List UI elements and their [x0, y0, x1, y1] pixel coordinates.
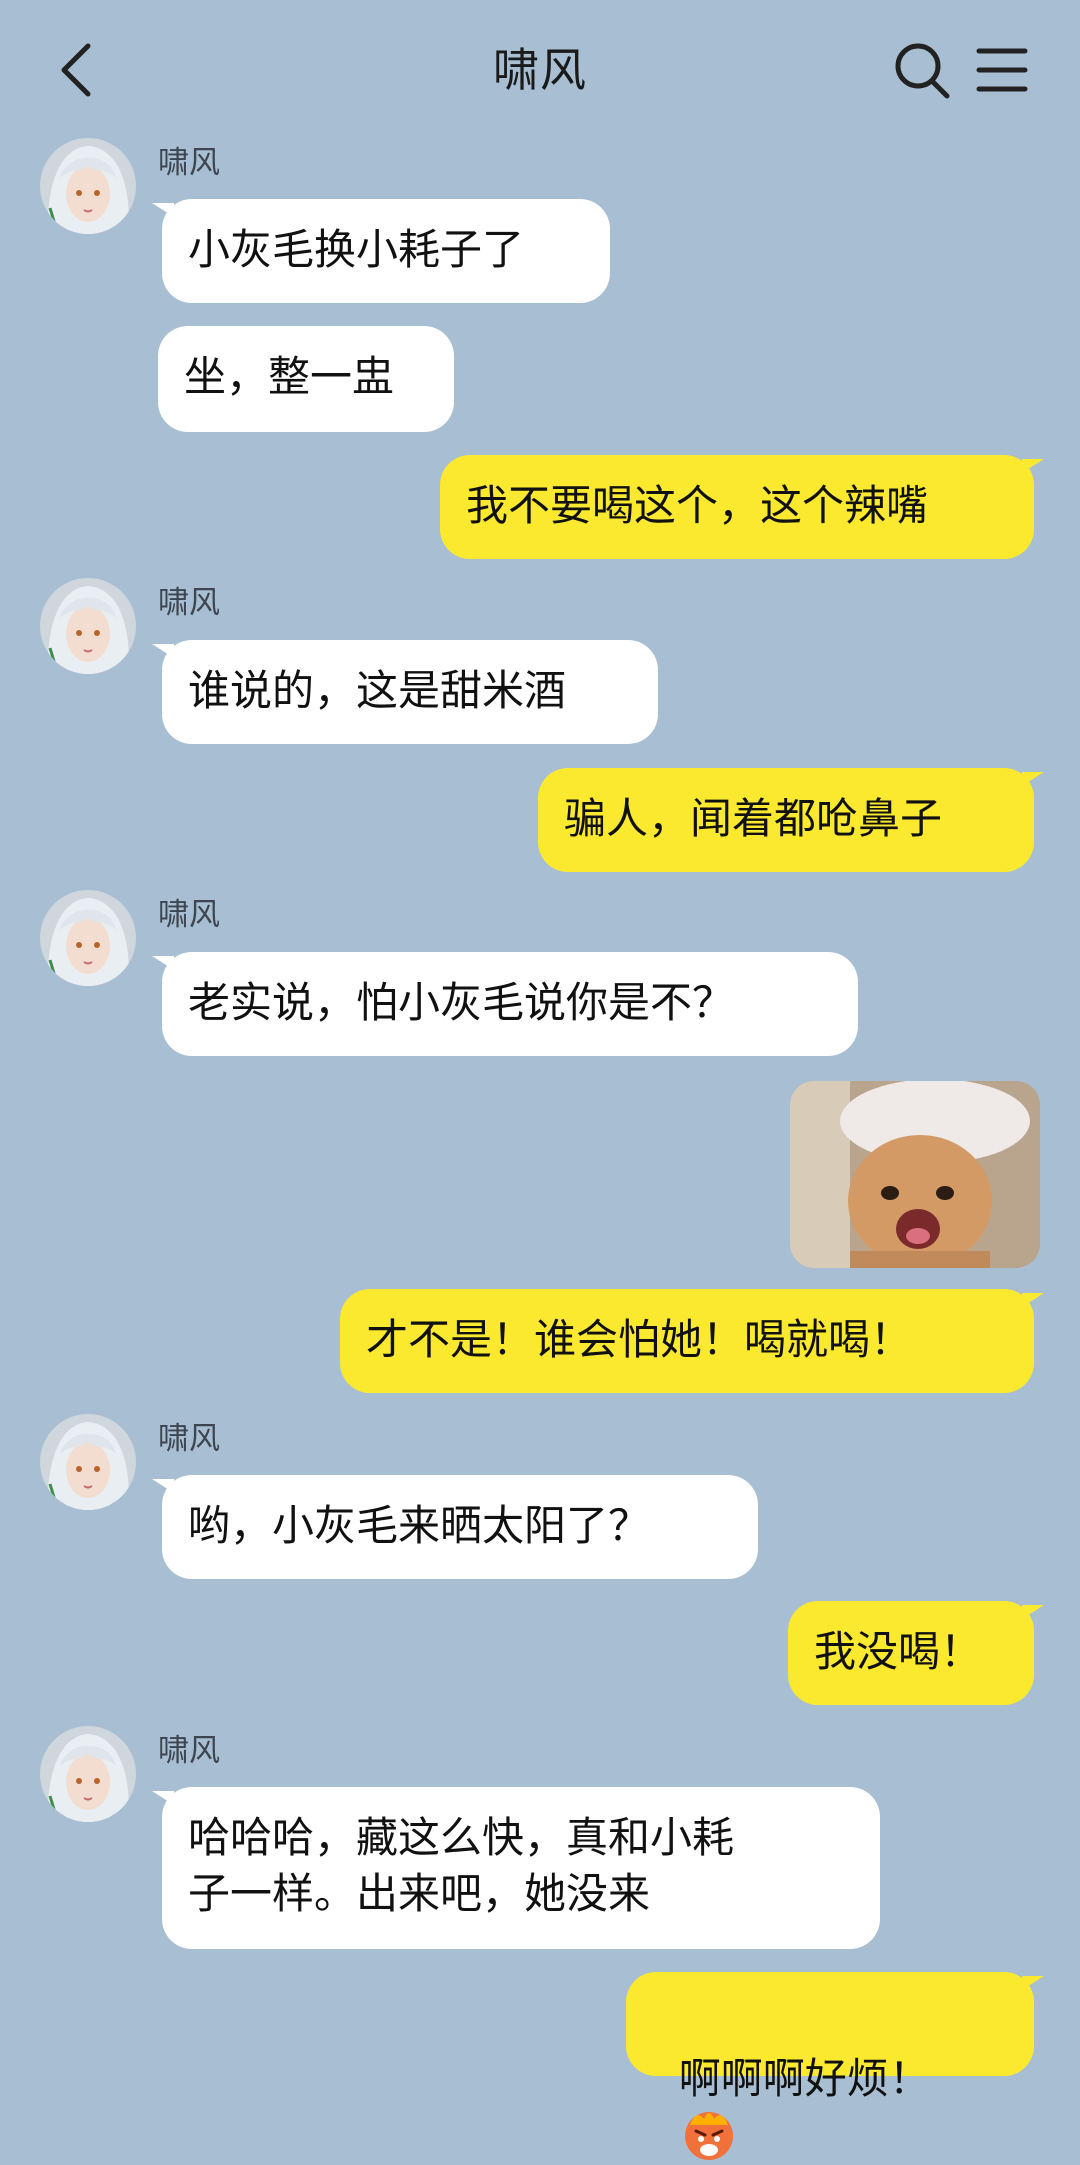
sender-name: 啸风 [158, 585, 220, 621]
message-bubble-incoming[interactable]: 谁说的，这是甜米酒 [152, 640, 658, 744]
message-bubble-incoming[interactable]: 小灰毛换小耗子了 [152, 199, 610, 303]
sender-name: 啸风 [158, 1733, 220, 1769]
message-bubble-outgoing[interactable]: 我没喝！ [788, 1601, 1044, 1705]
angry-face-emoji-icon [685, 2112, 733, 2160]
avatar[interactable] [40, 578, 136, 674]
message-bubble-incoming[interactable]: 坐，整一盅 [158, 326, 454, 432]
message-bubble-incoming[interactable]: 哟，小灰毛来晒太阳了？ [152, 1475, 758, 1579]
message-bubble-outgoing[interactable]: 我不要喝这个，这个辣嘴 [440, 455, 1044, 559]
avatar[interactable] [40, 1414, 136, 1510]
sender-name: 啸风 [158, 897, 220, 933]
message-bubble-incoming[interactable]: 老实说，怕小灰毛说你是不？ [152, 952, 858, 1056]
crying-kitten-sticker[interactable] [790, 1081, 1040, 1268]
search-icon[interactable] [892, 38, 952, 102]
message-bubble-outgoing[interactable]: 才不是！谁会怕她！喝就喝！ [340, 1289, 1044, 1393]
avatar[interactable] [40, 890, 136, 986]
sender-name: 啸风 [158, 145, 220, 181]
avatar[interactable] [40, 1726, 136, 1822]
sender-name: 啸风 [158, 1421, 220, 1457]
hamburger-menu-icon[interactable] [976, 46, 1028, 94]
message-bubble-outgoing[interactable]: 骗人，闻着都呛鼻子 [538, 768, 1044, 872]
message-text: 啊啊啊好烦！ [678, 2054, 931, 2103]
message-bubble-incoming[interactable]: 哈哈哈，藏这么快，真和小耗 子一样。出来吧，她没来 [152, 1787, 880, 1949]
avatar[interactable] [40, 138, 136, 234]
top-bar: 啸风 [0, 0, 1080, 140]
message-bubble-outgoing[interactable]: 啊啊啊好烦！ [626, 1972, 1044, 2160]
